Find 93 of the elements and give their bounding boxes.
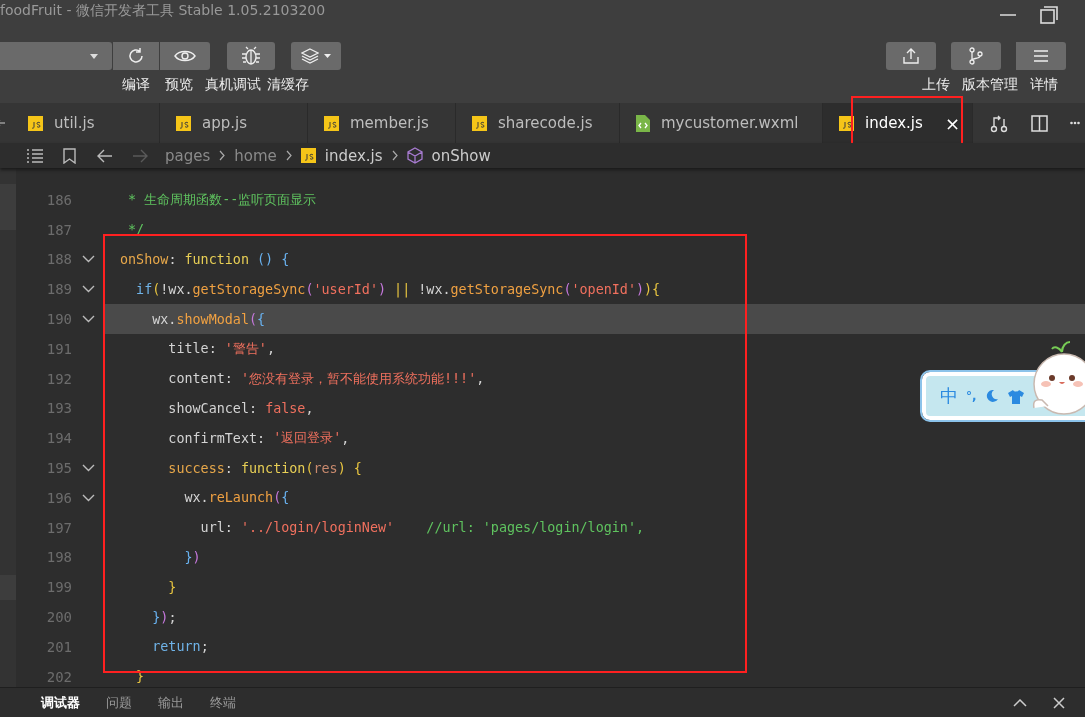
code-line: }); xyxy=(151,608,177,627)
panel-tab[interactable]: 终端 xyxy=(210,693,236,712)
compare-icon[interactable] xyxy=(989,113,1009,133)
fold-chevron-icon[interactable] xyxy=(81,315,95,324)
js-file-icon xyxy=(176,115,191,131)
layers-icon xyxy=(301,48,319,64)
shirt-icon[interactable] xyxy=(1006,388,1025,404)
line-number: 188 xyxy=(45,251,72,268)
toolbar-label: 详情 xyxy=(1030,76,1058,94)
line-number: 200 xyxy=(45,609,72,626)
code-line: wx.reLaunch({ xyxy=(183,489,290,508)
upload-icon xyxy=(902,47,920,65)
refresh-icon xyxy=(126,46,146,66)
code-line: showCancel: false, xyxy=(167,399,314,418)
code-line: wx.showModal({ xyxy=(151,310,266,329)
upload-button[interactable] xyxy=(886,42,936,70)
toolbar-label: 版本管理 xyxy=(962,76,1018,94)
fold-chevron-icon[interactable] xyxy=(81,285,95,294)
fold-chevron-icon[interactable] xyxy=(81,255,95,264)
code-line: }) xyxy=(183,548,201,567)
breadcrumb-item[interactable]: pages xyxy=(165,146,211,165)
code-line: } xyxy=(167,578,177,597)
close-icon[interactable] xyxy=(1053,696,1065,709)
code-line: return; xyxy=(151,638,209,657)
toolbar-label: 清缓存 xyxy=(267,76,309,94)
caret-icon xyxy=(90,53,98,59)
chevron-right-icon xyxy=(219,150,226,161)
restore-icon[interactable] xyxy=(1039,5,1059,25)
line-number: 189 xyxy=(45,281,72,298)
code-line: if(!wx.getStorageSync('userId') || !wx.getStorageSync('openId')){ xyxy=(135,280,661,300)
code-line: confirmText: '返回登录', xyxy=(167,429,350,448)
js-file-icon xyxy=(472,115,487,131)
line-number: 202 xyxy=(45,668,72,685)
line-number: 187 xyxy=(45,221,72,238)
line-number: 193 xyxy=(45,400,72,417)
js-file-icon xyxy=(300,148,316,163)
caret-icon xyxy=(324,54,331,58)
line-number: 191 xyxy=(45,340,72,357)
code-file-icon xyxy=(636,114,650,132)
panel-tab[interactable]: 问题 xyxy=(106,693,132,712)
fold-chevron-icon[interactable] xyxy=(81,493,95,502)
js-file-icon xyxy=(28,115,43,131)
chevron-right-icon xyxy=(285,150,292,161)
moon-icon[interactable] xyxy=(984,389,999,403)
code-line: success: function(res) { xyxy=(167,459,362,478)
code-line: */ xyxy=(127,221,145,240)
version-button[interactable] xyxy=(951,42,1001,70)
breadcrumb-item[interactable]: index.js xyxy=(324,146,383,165)
code-line: title: '警告', xyxy=(167,339,275,359)
toolbar-label: 预览 xyxy=(165,76,193,94)
fold-chevron-icon[interactable] xyxy=(81,464,95,473)
code-line: * 生命周期函数--监听页面显示 xyxy=(127,190,317,209)
debug-button[interactable] xyxy=(227,42,275,70)
chevron-up-icon[interactable] xyxy=(1013,698,1027,707)
bookmark-icon[interactable] xyxy=(63,147,76,164)
line-number: 194 xyxy=(45,430,72,447)
split-editor-icon[interactable] xyxy=(1031,114,1048,132)
line-number: 198 xyxy=(45,549,72,566)
window-title: foodFruit - 微信开发者工具 Stable 1.05.2103200 xyxy=(0,2,326,20)
outline-list-icon[interactable] xyxy=(26,148,44,163)
branch-icon xyxy=(968,47,984,65)
more-icon[interactable] xyxy=(1070,121,1080,125)
menu-icon xyxy=(1033,50,1049,62)
js-file-icon xyxy=(324,115,339,131)
preview-button[interactable] xyxy=(160,42,210,70)
line-number: 186 xyxy=(45,191,72,208)
breadcrumb-item[interactable]: home xyxy=(234,146,277,165)
cube-icon xyxy=(406,147,423,164)
bug-icon xyxy=(240,46,262,66)
toolbar-label: 真机调试 xyxy=(205,76,261,94)
line-number: 192 xyxy=(45,370,72,387)
line-number: 196 xyxy=(45,489,72,506)
code-line: content: '您没有登录，暂不能使用系统功能!!!', xyxy=(167,369,485,389)
line-number: 190 xyxy=(45,311,72,328)
details-button[interactable] xyxy=(1016,42,1066,70)
back-arrow-icon[interactable] xyxy=(97,148,113,163)
line-number: 195 xyxy=(45,460,72,477)
clear-cache-button[interactable] xyxy=(291,42,341,70)
file-tab[interactable]: index.js × xyxy=(823,103,973,143)
line-number: 199 xyxy=(45,579,72,596)
breadcrumb-item[interactable]: onShow xyxy=(431,146,491,165)
eye-icon xyxy=(174,49,196,63)
compile-button[interactable] xyxy=(113,42,159,70)
line-number: 197 xyxy=(45,519,72,536)
code-line: onShow: function () { xyxy=(119,251,290,269)
close-tab-button[interactable]: × xyxy=(944,112,960,134)
toolbar-label: 编译 xyxy=(122,76,150,94)
panel-tab[interactable]: 输出 xyxy=(158,693,184,712)
line-number: 201 xyxy=(45,638,72,655)
panel-tab[interactable]: 调试器 xyxy=(41,693,80,712)
code-line: url: '../login/loginNew' //url: 'pages/login/login', xyxy=(199,519,645,538)
chevron-right-icon xyxy=(391,150,398,161)
toolbar-label: 上传 xyxy=(922,76,950,94)
